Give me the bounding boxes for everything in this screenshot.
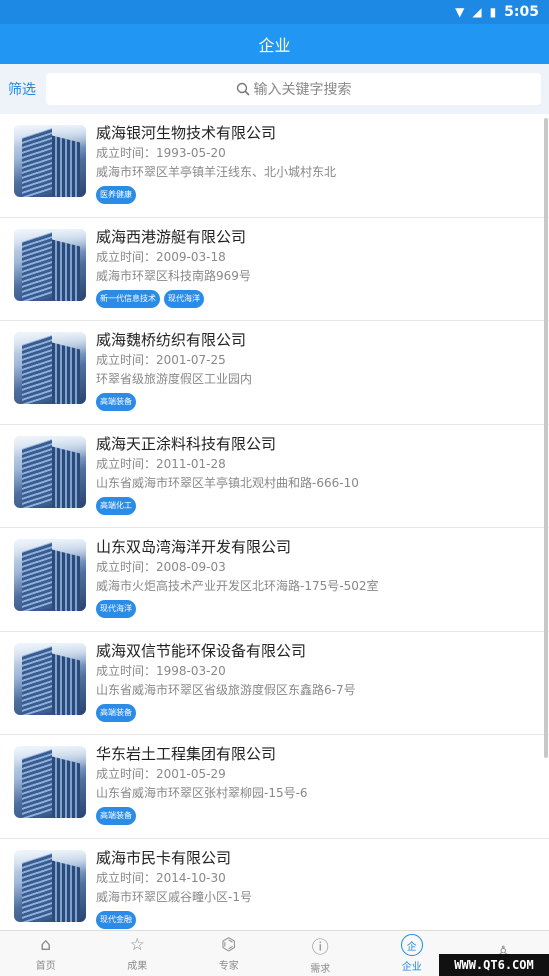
search-placeholder: 输入关键字搜索 [253,82,352,98]
industry-tag[interactable]: 高端装备 [96,807,136,825]
search-row: 筛选 输入关键字搜索 [0,64,549,114]
industry-tag[interactable]: 现代海洋 [164,289,204,308]
company-address: 威海市火炬高技术产业开发区北环海路-175号-502室 [96,579,379,593]
signal-icon: ◢ [472,5,482,19]
status-bar: ▼ ◢ ▮ 5:05 [0,0,549,24]
company-thumbnail [14,435,86,508]
nav-label: 首页 [35,961,56,972]
company-thumbnail [14,125,86,197]
nav-label: 需求 [310,963,331,975]
company-name: 威海西港游艇有限公司 [96,227,247,246]
industry-tag[interactable]: 高端装备 [96,393,136,411]
nav-item-home[interactable]: ⌂ 首页 [0,931,92,976]
company-address: 威海市环翠区科技南路969号 [96,268,251,283]
company-row[interactable]: 威海银河生物技术有限公司 成立时间：1993-05-20 威海市环翠区羊亭镇羊汪… [0,114,549,218]
watermark: WWW.QT6.COM [439,954,549,976]
enterprise-icon: 企 [400,934,423,956]
page-title: 企业 [258,36,291,55]
filter-button[interactable]: 筛选 [0,79,44,99]
company-established: 成立时间：2008-09-03 [96,560,226,574]
company-established: 成立时间：2001-05-29 [96,767,226,781]
industry-tag[interactable]: 现代金融 [96,910,136,929]
search-icon [236,82,250,96]
company-established: 成立时间：1993-05-20 [96,146,226,160]
company-name: 威海双信节能环保设备有限公司 [96,641,307,660]
star-icon: ☆ [129,935,145,955]
company-name: 山东双岛湾海洋开发有限公司 [96,538,292,556]
company-established: 成立时间：2011-01-28 [96,456,226,471]
company-thumbnail [14,539,86,611]
company-address: 山东省威海市环翠区张村翠柳园-15号-6 [96,786,308,800]
company-row[interactable]: 威海魏桥纺织有限公司 成立时间：2001-07-25 环翠省级旅游度假区工业园内… [0,321,549,425]
scrollbar[interactable] [544,118,548,758]
wifi-icon: ▼ [455,5,465,19]
app-bar: 企业 [0,24,549,64]
company-thumbnail [14,642,86,715]
company-address: 威海市环翠区羊亭镇羊汪线东、北小城村东北 [96,165,337,179]
status-time: 5:05 [504,4,539,20]
graduation-cap-icon: ⌬ [221,935,237,955]
company-established: 成立时间：1998-03-20 [96,663,226,678]
nav-item-star[interactable]: ☆ 成果 [92,931,184,976]
company-thumbnail [14,746,86,818]
company-name: 威海银河生物技术有限公司 [96,124,277,142]
company-thumbnail [14,332,86,404]
industry-tag[interactable]: 新一代信息技术 [96,289,160,308]
company-row[interactable]: 威海市民卡有限公司 成立时间：2014-10-30 威海市环翠区戚谷疃小区-1号… [0,839,549,931]
nav-label: 企业 [401,962,422,973]
company-row[interactable]: 山东双岛湾海洋开发有限公司 成立时间：2008-09-03 威海市火炬高技术产业… [0,528,549,632]
company-name: 华东岩土工程集团有限公司 [96,745,277,763]
home-icon: ⌂ [40,935,52,955]
search-input[interactable]: 输入关键字搜索 [46,73,541,105]
nav-item-graduation-cap[interactable]: ⌬ 专家 [183,931,275,976]
company-address: 山东省威海市环翠区省级旅游度假区东鑫路6-7号 [96,682,356,697]
industry-tag[interactable]: 现代海洋 [96,600,136,618]
company-established: 成立时间：2014-10-30 [96,870,226,885]
company-thumbnail [14,228,86,301]
nav-item-info[interactable]: ⓘ 需求 [275,931,367,976]
industry-tag[interactable]: 高端装备 [96,703,136,722]
info-icon: ⓘ [311,937,329,958]
company-row[interactable]: 威海双信节能环保设备有限公司 成立时间：1998-03-20 山东省威海市环翠区… [0,632,549,735]
company-address: 山东省威海市环翠区羊亭镇北观村曲和路-666-10 [96,475,359,490]
industry-tag[interactable]: 高端化工 [96,496,136,515]
industry-tag[interactable]: 医养健康 [96,186,136,204]
company-row[interactable]: 华东岩土工程集团有限公司 成立时间：2001-05-29 山东省威海市环翠区张村… [0,735,549,839]
nav-label: 成果 [127,961,148,972]
company-established: 成立时间：2001-07-25 [96,353,226,367]
company-established: 成立时间：2009-03-18 [96,249,226,264]
company-name: 威海市民卡有限公司 [96,848,232,867]
company-name: 威海天正涂料科技有限公司 [96,434,277,453]
company-name: 威海魏桥纺织有限公司 [96,331,247,349]
company-address: 环翠省级旅游度假区工业园内 [96,372,253,386]
company-row[interactable]: 威海西港游艇有限公司 成立时间：2009-03-18 威海市环翠区科技南路969… [0,218,549,321]
company-list: 威海银河生物技术有限公司 成立时间：1993-05-20 威海市环翠区羊亭镇羊汪… [0,114,549,930]
battery-icon: ▮ [489,5,497,19]
company-thumbnail [14,849,86,922]
company-row[interactable]: 威海天正涂料科技有限公司 成立时间：2011-01-28 山东省威海市环翠区羊亭… [0,425,549,528]
nav-label: 专家 [218,961,239,972]
company-address: 威海市环翠区戚谷疃小区-1号 [96,889,252,904]
